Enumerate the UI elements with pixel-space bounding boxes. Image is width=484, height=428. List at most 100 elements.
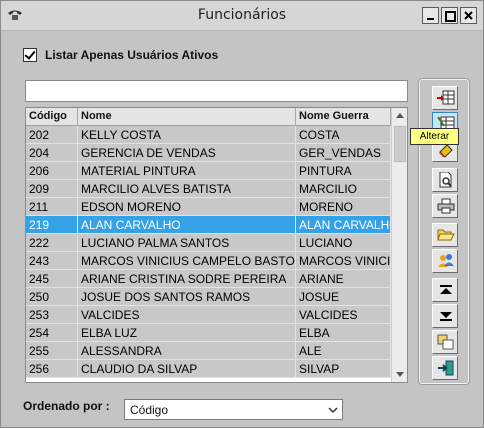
scroll-thumb[interactable] bbox=[394, 126, 406, 162]
cell-nome-guerra: LUCIANO bbox=[296, 234, 391, 252]
minimize-button[interactable] bbox=[422, 7, 439, 24]
cell-nome-guerra: COSTA bbox=[296, 126, 391, 144]
cell-nome-guerra: MARCILIO bbox=[296, 180, 391, 198]
cell-nome-guerra: GER_VENDAS bbox=[296, 144, 391, 162]
window-title: Funcionários bbox=[197, 7, 287, 23]
table-row[interactable]: 206 MATERIAL PINTURA PINTURA bbox=[26, 162, 391, 180]
cell-nome: CLAUDIO DA SILVAP bbox=[78, 360, 296, 378]
cell-nome-guerra: VALCIDES bbox=[296, 306, 391, 324]
print-preview-icon bbox=[439, 172, 452, 188]
cell-codigo: 202 bbox=[26, 126, 78, 144]
cell-nome: MARCILIO ALVES BATISTA bbox=[78, 180, 296, 198]
table-row[interactable]: 219 ALAN CARVALHO ALAN CARVALHO bbox=[26, 216, 391, 234]
cell-nome: JOSUE DOS SANTOS RAMOS bbox=[78, 288, 296, 306]
cell-nome-guerra: ALAN CARVALHO bbox=[296, 216, 391, 234]
move-last-icon bbox=[440, 312, 452, 321]
vertical-scrollbar[interactable] bbox=[391, 108, 407, 382]
scroll-down-button[interactable] bbox=[392, 366, 407, 382]
cell-nome-guerra: ELBA bbox=[296, 324, 391, 342]
cell-nome: ALESSANDRA bbox=[78, 342, 296, 360]
employees-table[interactable]: Código Nome Nome Guerra 202 KELLY COSTA CO… bbox=[25, 107, 408, 383]
close-icon bbox=[464, 11, 473, 20]
table-row[interactable]: 256 CLAUDIO DA SILVAP SILVAP bbox=[26, 360, 391, 378]
cell-nome: EDSON MORENO bbox=[78, 198, 296, 216]
table-header: Código Nome Nome Guerra bbox=[26, 108, 407, 126]
table-row[interactable]: 254 ELBA LUZ ELBA bbox=[26, 324, 391, 342]
copiar-button[interactable] bbox=[432, 330, 458, 354]
folder-open-icon bbox=[437, 229, 455, 241]
table-row[interactable]: 202 KELLY COSTA COSTA bbox=[26, 126, 391, 144]
printer-icon bbox=[437, 198, 455, 214]
table-row[interactable]: 245 ARIANE CRISTINA SODRE PEREIRA ARIANE bbox=[26, 270, 391, 288]
cell-nome-guerra: SILVAP bbox=[296, 360, 391, 378]
column-header-nome-guerra[interactable]: Nome Guerra bbox=[296, 108, 391, 126]
order-by-label: Ordenado por : bbox=[23, 399, 110, 413]
cell-codigo: 254 bbox=[26, 324, 78, 342]
cell-nome: ELBA LUZ bbox=[78, 324, 296, 342]
cell-codigo: 219 bbox=[26, 216, 78, 234]
table-row[interactable]: 209 MARCILIO ALVES BATISTA MARCILIO bbox=[26, 180, 391, 198]
users-icon bbox=[438, 254, 454, 267]
table-row[interactable]: 222 LUCIANO PALMA SANTOS LUCIANO bbox=[26, 234, 391, 252]
table-row[interactable]: 211 EDSON MORENO MORENO bbox=[26, 198, 391, 216]
cell-codigo: 211 bbox=[26, 198, 78, 216]
chevron-down-icon bbox=[328, 407, 338, 414]
cell-codigo: 209 bbox=[26, 180, 78, 198]
cell-codigo: 253 bbox=[26, 306, 78, 324]
exit-door-icon bbox=[438, 360, 454, 376]
cell-nome: LUCIANO PALMA SANTOS bbox=[78, 234, 296, 252]
action-toolbar bbox=[418, 78, 470, 385]
table-row[interactable]: 253 VALCIDES VALCIDES bbox=[26, 306, 391, 324]
column-header-codigo[interactable]: Código bbox=[26, 108, 78, 126]
cell-codigo: 204 bbox=[26, 144, 78, 162]
cell-codigo: 256 bbox=[26, 360, 78, 378]
table-add-icon bbox=[437, 90, 455, 105]
title-bar[interactable]: Funcionários bbox=[1, 1, 483, 31]
table-row[interactable]: 250 JOSUE DOS SANTOS RAMOS JOSUE bbox=[26, 288, 391, 306]
cell-nome-guerra: PINTURA bbox=[296, 162, 391, 180]
visualizar-button[interactable] bbox=[432, 168, 458, 192]
imprimir-button[interactable] bbox=[432, 194, 458, 218]
abrir-button[interactable] bbox=[432, 223, 458, 247]
order-by-select[interactable]: Código bbox=[124, 399, 343, 420]
cell-nome: ALAN CARVALHO bbox=[78, 216, 296, 234]
table-row[interactable]: 255 ALESSANDRA ALE bbox=[26, 342, 391, 360]
scroll-up-button[interactable] bbox=[392, 108, 407, 124]
cell-codigo: 222 bbox=[26, 234, 78, 252]
incluir-button[interactable] bbox=[432, 86, 458, 110]
cell-nome-guerra: ALE bbox=[296, 342, 391, 360]
table-row[interactable]: 204 GERENCIA DE VENDAS GER_VENDAS bbox=[26, 144, 391, 162]
funcionarios-window: Funcionários Listar Apenas Usuários Ativ… bbox=[0, 0, 484, 428]
cell-codigo: 206 bbox=[26, 162, 78, 180]
cell-codigo: 250 bbox=[26, 288, 78, 306]
cell-nome: MATERIAL PINTURA bbox=[78, 162, 296, 180]
cell-nome: GERENCIA DE VENDAS bbox=[78, 144, 296, 162]
sair-button[interactable] bbox=[432, 356, 458, 380]
cell-nome-guerra: JOSUE bbox=[296, 288, 391, 306]
table-row[interactable]: 243 MARCOS VINICIUS CAMPELO BASTOS MARCOS … bbox=[26, 252, 391, 270]
cell-nome-guerra: MARCOS VINICIUS bbox=[296, 252, 391, 270]
primeiro-button[interactable] bbox=[432, 278, 458, 302]
move-first-icon bbox=[440, 285, 452, 294]
copy-icon bbox=[437, 334, 454, 350]
ultimo-button[interactable] bbox=[432, 304, 458, 328]
order-by-value: Código bbox=[130, 403, 169, 417]
cell-nome: KELLY COSTA bbox=[78, 126, 296, 144]
maximize-button[interactable] bbox=[441, 7, 458, 24]
table-body: 202 KELLY COSTA COSTA 204 GERENCIA DE VENDAS… bbox=[26, 126, 391, 378]
cell-nome-guerra: MORENO bbox=[296, 198, 391, 216]
usuarios-button[interactable] bbox=[432, 249, 458, 273]
tooltip-alterar: Alterar bbox=[410, 128, 459, 145]
cell-nome-guerra: ARIANE bbox=[296, 270, 391, 288]
cell-codigo: 255 bbox=[26, 342, 78, 360]
cell-codigo: 243 bbox=[26, 252, 78, 270]
cell-nome: MARCOS VINICIUS CAMPELO BASTOS bbox=[78, 252, 296, 270]
search-input[interactable] bbox=[25, 80, 408, 102]
active-only-checkbox[interactable] bbox=[23, 48, 37, 62]
cell-nome: ARIANE CRISTINA SODRE PEREIRA bbox=[78, 270, 296, 288]
cell-nome: VALCIDES bbox=[78, 306, 296, 324]
cell-codigo: 245 bbox=[26, 270, 78, 288]
close-button[interactable] bbox=[460, 7, 477, 24]
active-only-label: Listar Apenas Usuários Ativos bbox=[45, 48, 219, 62]
column-header-nome[interactable]: Nome bbox=[78, 108, 296, 126]
